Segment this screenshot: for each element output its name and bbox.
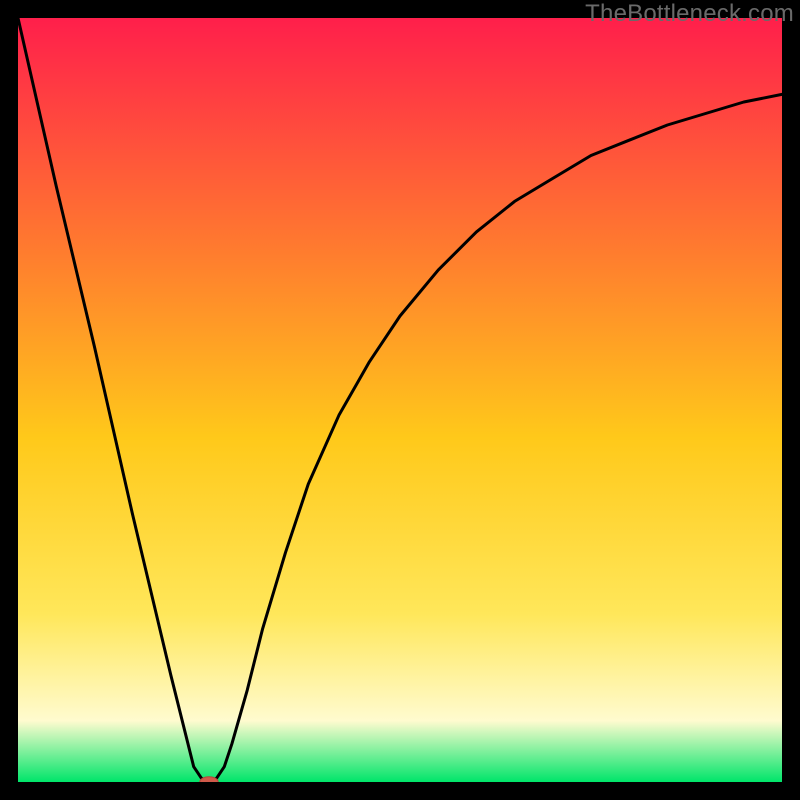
chart-frame <box>18 18 782 782</box>
bottleneck-plot <box>18 18 782 782</box>
gradient-background <box>18 18 782 782</box>
watermark-text: TheBottleneck.com <box>585 0 794 28</box>
